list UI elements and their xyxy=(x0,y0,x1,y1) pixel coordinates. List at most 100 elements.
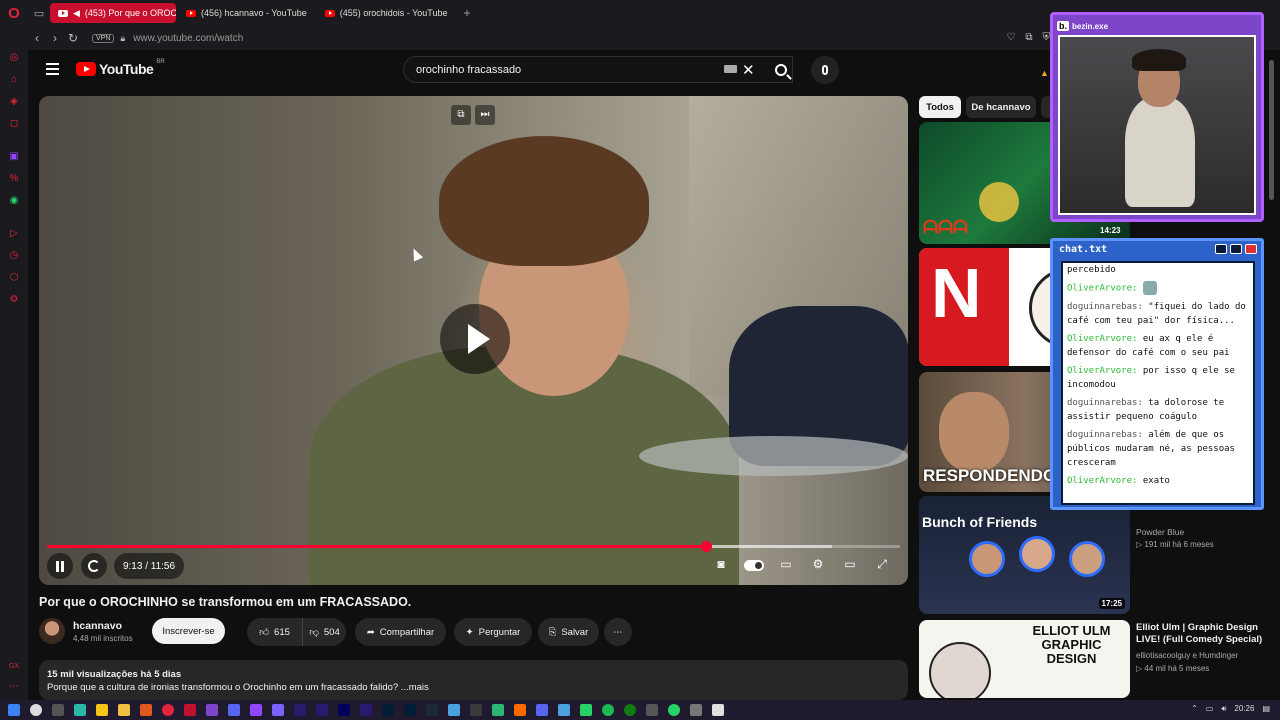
reload-icon[interactable]: ↻ xyxy=(64,31,82,45)
youtube-logo[interactable]: YouTube BR xyxy=(76,59,165,77)
progress-bar[interactable] xyxy=(47,541,900,552)
new-tab-button[interactable]: + xyxy=(458,6,477,20)
file-explorer-icon[interactable] xyxy=(118,704,130,716)
miniplayer-icon[interactable]: ⧉ xyxy=(451,105,471,125)
pause-button[interactable] xyxy=(47,553,73,579)
aria-icon[interactable]: ◎ xyxy=(7,51,21,65)
twitch-icon[interactable]: ▣ xyxy=(7,150,21,164)
chip-all[interactable]: Todos xyxy=(919,96,961,118)
audition-icon[interactable] xyxy=(338,704,350,716)
premiere-icon[interactable] xyxy=(294,704,306,716)
discord-icon[interactable] xyxy=(228,704,240,716)
player-icon[interactable]: ▷ xyxy=(7,227,21,241)
back-icon[interactable]: ‹ xyxy=(28,31,46,45)
save-button[interactable]: ⎘ Salvar xyxy=(538,618,599,646)
clear-search-icon[interactable]: ✕ xyxy=(742,61,755,79)
notification-icon[interactable]: ▤ xyxy=(1262,704,1270,714)
rec-channel[interactable]: Powder Blue xyxy=(1136,527,1184,537)
app-icon[interactable] xyxy=(74,704,86,716)
vpn-badge[interactable]: VPN xyxy=(92,33,115,43)
task-view-icon[interactable] xyxy=(52,704,64,716)
lock-icon[interactable]: 🔒︎ xyxy=(120,33,125,44)
app-icon[interactable] xyxy=(140,704,152,716)
description-box[interactable]: 15 mil visualizações há 5 dias Porque qu… xyxy=(39,660,908,700)
settings-icon[interactable]: ⚙ xyxy=(7,293,21,307)
share-button[interactable]: ➦ Compartilhar xyxy=(355,618,446,646)
play-overlay-button[interactable] xyxy=(440,304,510,374)
url-field[interactable]: www.youtube.com/watch xyxy=(133,33,243,44)
ask-button[interactable]: ✦ Perguntar xyxy=(454,618,532,646)
lightroom-icon[interactable] xyxy=(404,704,416,716)
app-icon[interactable] xyxy=(646,704,658,716)
app-icon[interactable] xyxy=(470,704,482,716)
tab-active[interactable]: ◀ (453) Por que o OROCHINHO xyxy=(50,3,176,23)
rec-channel[interactable]: elliotisacoolguy e Humdinger xyxy=(1136,651,1238,660)
app-icon[interactable] xyxy=(492,704,504,716)
page-scrollbar[interactable] xyxy=(1269,60,1274,200)
subtitles-icon[interactable]: ▭ xyxy=(776,557,796,571)
tab-orochidois[interactable]: (455) orochidois - YouTube xyxy=(317,3,456,23)
shopping-icon[interactable]: ⌂ xyxy=(7,73,21,87)
volume-icon[interactable]: 🔊︎ xyxy=(1221,704,1226,714)
xbox-icon[interactable] xyxy=(624,704,636,716)
speaker-icon[interactable]: ◀ xyxy=(73,8,80,19)
theater-mode-icon[interactable]: ▭ xyxy=(840,557,860,571)
fullscreen-icon[interactable]: ⤢ xyxy=(872,557,892,572)
clock[interactable]: 20:26 xyxy=(1234,704,1254,714)
extensions-icon[interactable]: ⬡ xyxy=(7,271,21,285)
screenshot-icon[interactable]: ◙ xyxy=(711,557,731,571)
forward-icon[interactable]: › xyxy=(46,31,64,45)
keyboard-icon[interactable] xyxy=(724,65,737,73)
snapshot-icon[interactable]: ⧉ xyxy=(1025,32,1032,43)
shield-icon[interactable]: ⛨ xyxy=(1043,32,1051,43)
opera-logo-icon[interactable]: O xyxy=(0,0,28,26)
autoplay-toggle[interactable] xyxy=(744,560,764,571)
app-icon[interactable] xyxy=(580,704,592,716)
tab-menu-icon[interactable]: ▭ xyxy=(28,0,50,26)
app-icon[interactable] xyxy=(448,704,460,716)
video-player[interactable]: ⧉ ⏭ 9:13 / 11:56 ◙ ▭ ⚙ ▭ ⤢ xyxy=(39,96,908,585)
settings-gear-icon[interactable]: ⚙ xyxy=(808,557,828,571)
app-icon[interactable] xyxy=(558,704,570,716)
percent-icon[interactable]: % xyxy=(7,172,21,186)
app-icon[interactable] xyxy=(184,704,196,716)
search-button[interactable] xyxy=(763,56,799,83)
more-actions-button[interactable]: ⋯ xyxy=(604,618,632,646)
app-icon[interactable] xyxy=(514,704,526,716)
app-icon[interactable] xyxy=(272,704,284,716)
gx-icon[interactable]: GX xyxy=(7,660,21,674)
channel-name[interactable]: hcannavo xyxy=(73,620,122,632)
next-video-icon[interactable]: ⏭ xyxy=(475,105,495,125)
whatsapp-icon[interactable] xyxy=(668,704,680,716)
app-icon[interactable] xyxy=(690,704,702,716)
rec-thumbnail[interactable]: Bunch of Friends 17:25 xyxy=(919,496,1130,614)
rec-title[interactable]: Elliot Ulm | Graphic Design LIVE! (Full … xyxy=(1136,622,1266,646)
scrubber-handle[interactable] xyxy=(700,541,712,552)
network-icon[interactable]: ▭ xyxy=(1206,704,1214,714)
instagram-icon[interactable]: ◻ xyxy=(7,117,21,131)
search-icon[interactable] xyxy=(30,704,42,716)
spotify-icon[interactable] xyxy=(602,704,614,716)
chip-from-channel[interactable]: De hcannavo xyxy=(966,96,1036,118)
history-icon[interactable]: ◷ xyxy=(7,249,21,263)
windows-start-icon[interactable] xyxy=(8,704,20,716)
twitch-icon[interactable] xyxy=(250,704,262,716)
chevron-up-icon[interactable]: ⌃ xyxy=(1191,704,1198,714)
photoshop-icon[interactable] xyxy=(382,704,394,716)
whatsapp-icon[interactable]: ◉ xyxy=(7,194,21,208)
subscribe-button[interactable]: Inscrever-se xyxy=(152,618,225,644)
menu-icon[interactable] xyxy=(46,63,59,75)
opera-icon[interactable] xyxy=(162,704,174,716)
bookmark-icon[interactable]: ♡ xyxy=(1006,32,1015,43)
app-icon[interactable] xyxy=(96,704,108,716)
like-button[interactable]: 👍︎ 615 xyxy=(247,618,302,646)
dislike-button[interactable]: 👎︎ 504 xyxy=(302,618,346,646)
app-icon[interactable] xyxy=(206,704,218,716)
channel-avatar[interactable] xyxy=(39,618,65,644)
notion-icon[interactable] xyxy=(712,704,724,716)
mute-button[interactable] xyxy=(81,553,107,579)
more-icon[interactable]: ⋯ xyxy=(7,680,21,694)
media-encoder-icon[interactable] xyxy=(360,704,372,716)
messenger-icon[interactable]: ◈ xyxy=(7,95,21,109)
rec-thumbnail[interactable]: ELLIOT ULM GRAPHIC DESIGN xyxy=(919,620,1130,698)
